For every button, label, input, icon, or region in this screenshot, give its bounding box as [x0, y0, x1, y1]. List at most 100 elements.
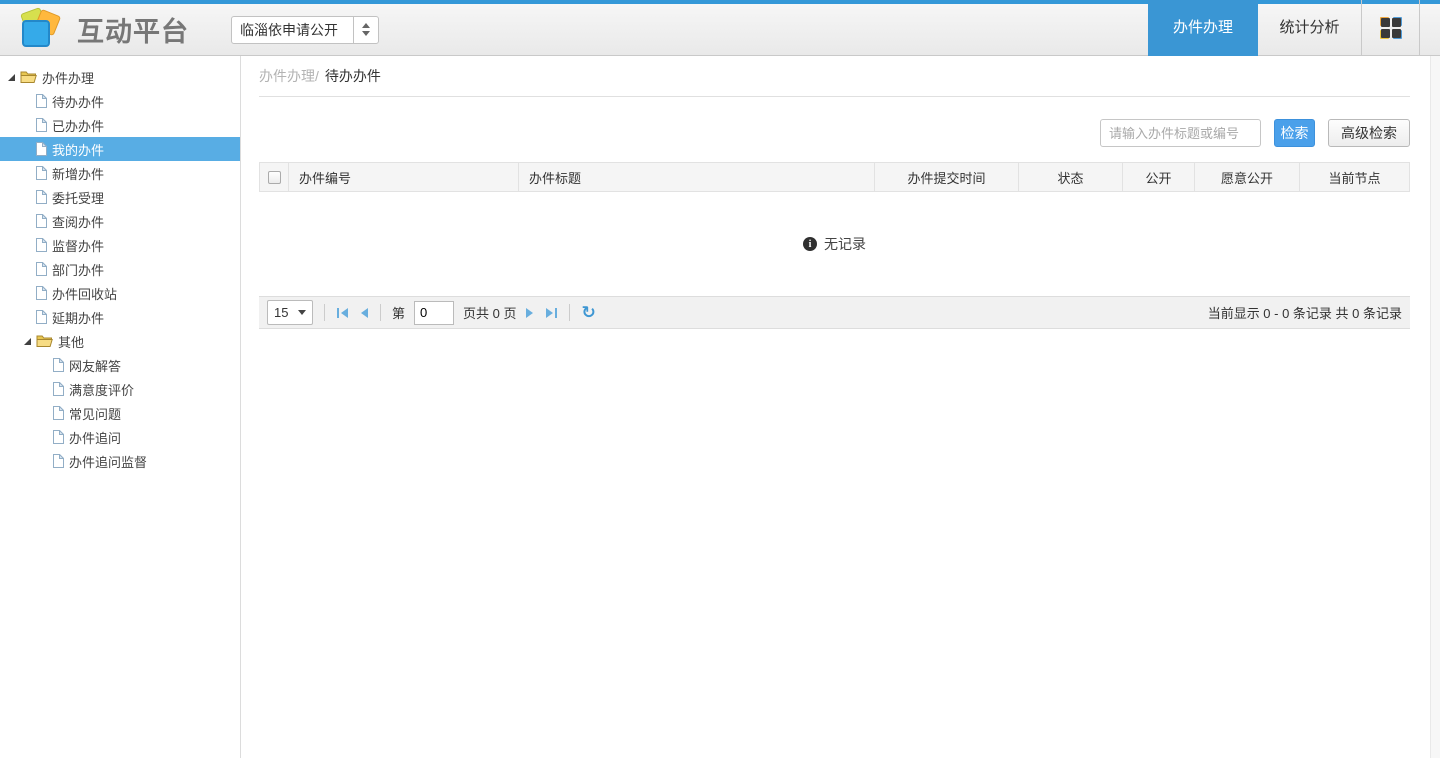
column-header-4: 状态 — [1018, 163, 1122, 191]
site-select-value: 临淄依申请公开 — [232, 20, 353, 40]
file-icon — [35, 118, 47, 132]
app-logo-icon — [20, 9, 64, 51]
table-header-row: 办件编号 办件标题 办件提交时间 状态 公开 愿意公开 当前节点 — [259, 162, 1410, 192]
main-panel: 办件办理/ 待办办件 检索 高级检索 办件编号 办件标题 办件提交时间 状态 公… — [241, 56, 1430, 758]
tree-item-label: 委托受理 — [52, 188, 104, 207]
folder-icon — [36, 334, 53, 348]
file-icon — [52, 430, 64, 444]
search-input[interactable] — [1100, 119, 1261, 147]
select-all-cell — [260, 163, 288, 191]
tree-item-label: 查阅办件 — [52, 212, 104, 231]
file-icon — [35, 214, 47, 228]
page-body: 办件办理 待办办件 已办办件 我的办件 — [0, 56, 1440, 758]
tree-item-label: 监督办件 — [52, 236, 104, 255]
tree-item-1-2[interactable]: 常见问题 — [0, 401, 240, 425]
tree-item-label: 我的办件 — [52, 140, 104, 159]
tab-banjian-banli[interactable]: 办件办理 — [1148, 0, 1258, 56]
tree-group-0[interactable]: 办件办理 — [0, 65, 240, 89]
tree-item-0-9[interactable]: 延期办件 — [0, 305, 240, 329]
tree-item-label: 办件追问监督 — [69, 452, 147, 471]
file-icon — [35, 166, 47, 180]
tree-item-0-7[interactable]: 部门办件 — [0, 257, 240, 281]
search-button[interactable]: 检索 — [1274, 119, 1315, 147]
tree-expand-icon[interactable] — [8, 74, 15, 81]
breadcrumb-current: 待办办件 — [325, 66, 381, 86]
search-row: 检索 高级检索 — [259, 119, 1410, 147]
info-icon: i — [803, 237, 817, 251]
file-icon — [52, 406, 64, 420]
tree-item-1-4[interactable]: 办件追问监督 — [0, 449, 240, 473]
tree-item-0-3[interactable]: 新增办件 — [0, 161, 240, 185]
header-tabs: 办件办理 统计分析 — [1148, 0, 1420, 56]
apps-grid-icon — [1381, 18, 1401, 38]
page-size-value: 15 — [274, 305, 288, 320]
advanced-search-button[interactable]: 高级检索 — [1328, 119, 1410, 147]
pagination-summary: 当前显示 0 - 0 条记录 共 0 条记录 — [1208, 303, 1402, 322]
tree-item-label: 网友解答 — [69, 356, 121, 375]
column-header-3: 办件提交时间 — [874, 163, 1018, 191]
file-icon — [35, 238, 47, 252]
tree-item-label: 延期办件 — [52, 308, 104, 327]
tree-item-label: 办件回收站 — [52, 284, 117, 303]
caret-down-icon — [298, 310, 306, 315]
tree-group-label: 其他 — [58, 332, 84, 351]
tree-item-1-1[interactable]: 满意度评价 — [0, 377, 240, 401]
tree-item-label: 满意度评价 — [69, 380, 134, 399]
tree-item-0-5[interactable]: 查阅办件 — [0, 209, 240, 233]
column-header-2: 办件标题 — [518, 163, 874, 191]
tree-item-0-0[interactable]: 待办办件 — [0, 89, 240, 113]
column-header-1: 办件编号 — [288, 163, 518, 191]
scrollbar-track[interactable] — [1430, 56, 1440, 758]
tree-item-label: 部门办件 — [52, 260, 104, 279]
site-select-stepper-icon[interactable] — [353, 17, 378, 43]
tree-item-0-6[interactable]: 监督办件 — [0, 233, 240, 257]
header-left: 互动平台 临淄依申请公开 — [20, 4, 379, 55]
file-icon — [52, 358, 64, 372]
page-label-prefix: 第 — [392, 303, 405, 322]
tree-item-label: 新增办件 — [52, 164, 104, 183]
file-icon — [52, 454, 64, 468]
tree-expand-icon[interactable] — [24, 338, 31, 345]
next-page-button[interactable] — [525, 307, 535, 319]
pagination-bar: 15 第 页共 0 页 ↻ 当前显示 0 - 0 条记录 共 0 — [259, 296, 1410, 329]
file-icon — [35, 142, 47, 156]
prev-page-button[interactable] — [359, 307, 369, 319]
app-title: 互动平台 — [77, 10, 189, 49]
file-icon — [35, 262, 47, 276]
last-page-button[interactable] — [544, 307, 558, 319]
tree-item-label: 常见问题 — [69, 404, 121, 423]
page-size-select[interactable]: 15 — [267, 300, 313, 325]
apps-menu-button[interactable] — [1362, 0, 1420, 56]
tree-item-0-4[interactable]: 委托受理 — [0, 185, 240, 209]
breadcrumb: 办件办理/ 待办办件 — [259, 56, 1410, 97]
page-number-input[interactable] — [414, 301, 454, 325]
tree-item-label: 办件追问 — [69, 428, 121, 447]
breadcrumb-parent: 办件办理/ — [259, 66, 319, 86]
page-label-suffix: 页共 0 页 — [463, 303, 516, 322]
site-select[interactable]: 临淄依申请公开 — [231, 16, 379, 44]
column-header-6: 愿意公开 — [1194, 163, 1299, 191]
file-icon — [35, 94, 47, 108]
tree-group-1[interactable]: 其他 — [0, 329, 240, 353]
tree-item-label: 已办办件 — [52, 116, 104, 135]
tree-item-1-3[interactable]: 办件追问 — [0, 425, 240, 449]
file-icon — [52, 382, 64, 396]
first-page-button[interactable] — [336, 307, 350, 319]
file-icon — [35, 286, 47, 300]
empty-state-text: 无记录 — [824, 234, 866, 254]
tree-item-0-8[interactable]: 办件回收站 — [0, 281, 240, 305]
sidebar-tree: 办件办理 待办办件 已办办件 我的办件 — [0, 56, 241, 758]
folder-icon — [20, 70, 37, 84]
file-icon — [35, 310, 47, 324]
select-all-checkbox[interactable] — [268, 171, 281, 184]
app-header: 互动平台 临淄依申请公开 办件办理 统计分析 — [0, 0, 1440, 56]
column-header-7: 当前节点 — [1299, 163, 1409, 191]
file-icon — [35, 190, 47, 204]
tree-item-0-2[interactable]: 我的办件 — [0, 137, 240, 161]
refresh-icon[interactable]: ↻ — [581, 304, 595, 321]
tree-item-1-0[interactable]: 网友解答 — [0, 353, 240, 377]
tree-group-label: 办件办理 — [42, 68, 94, 87]
tree-item-0-1[interactable]: 已办办件 — [0, 113, 240, 137]
empty-state: i 无记录 — [259, 192, 1410, 296]
tab-tongji-fenxi[interactable]: 统计分析 — [1258, 0, 1362, 56]
